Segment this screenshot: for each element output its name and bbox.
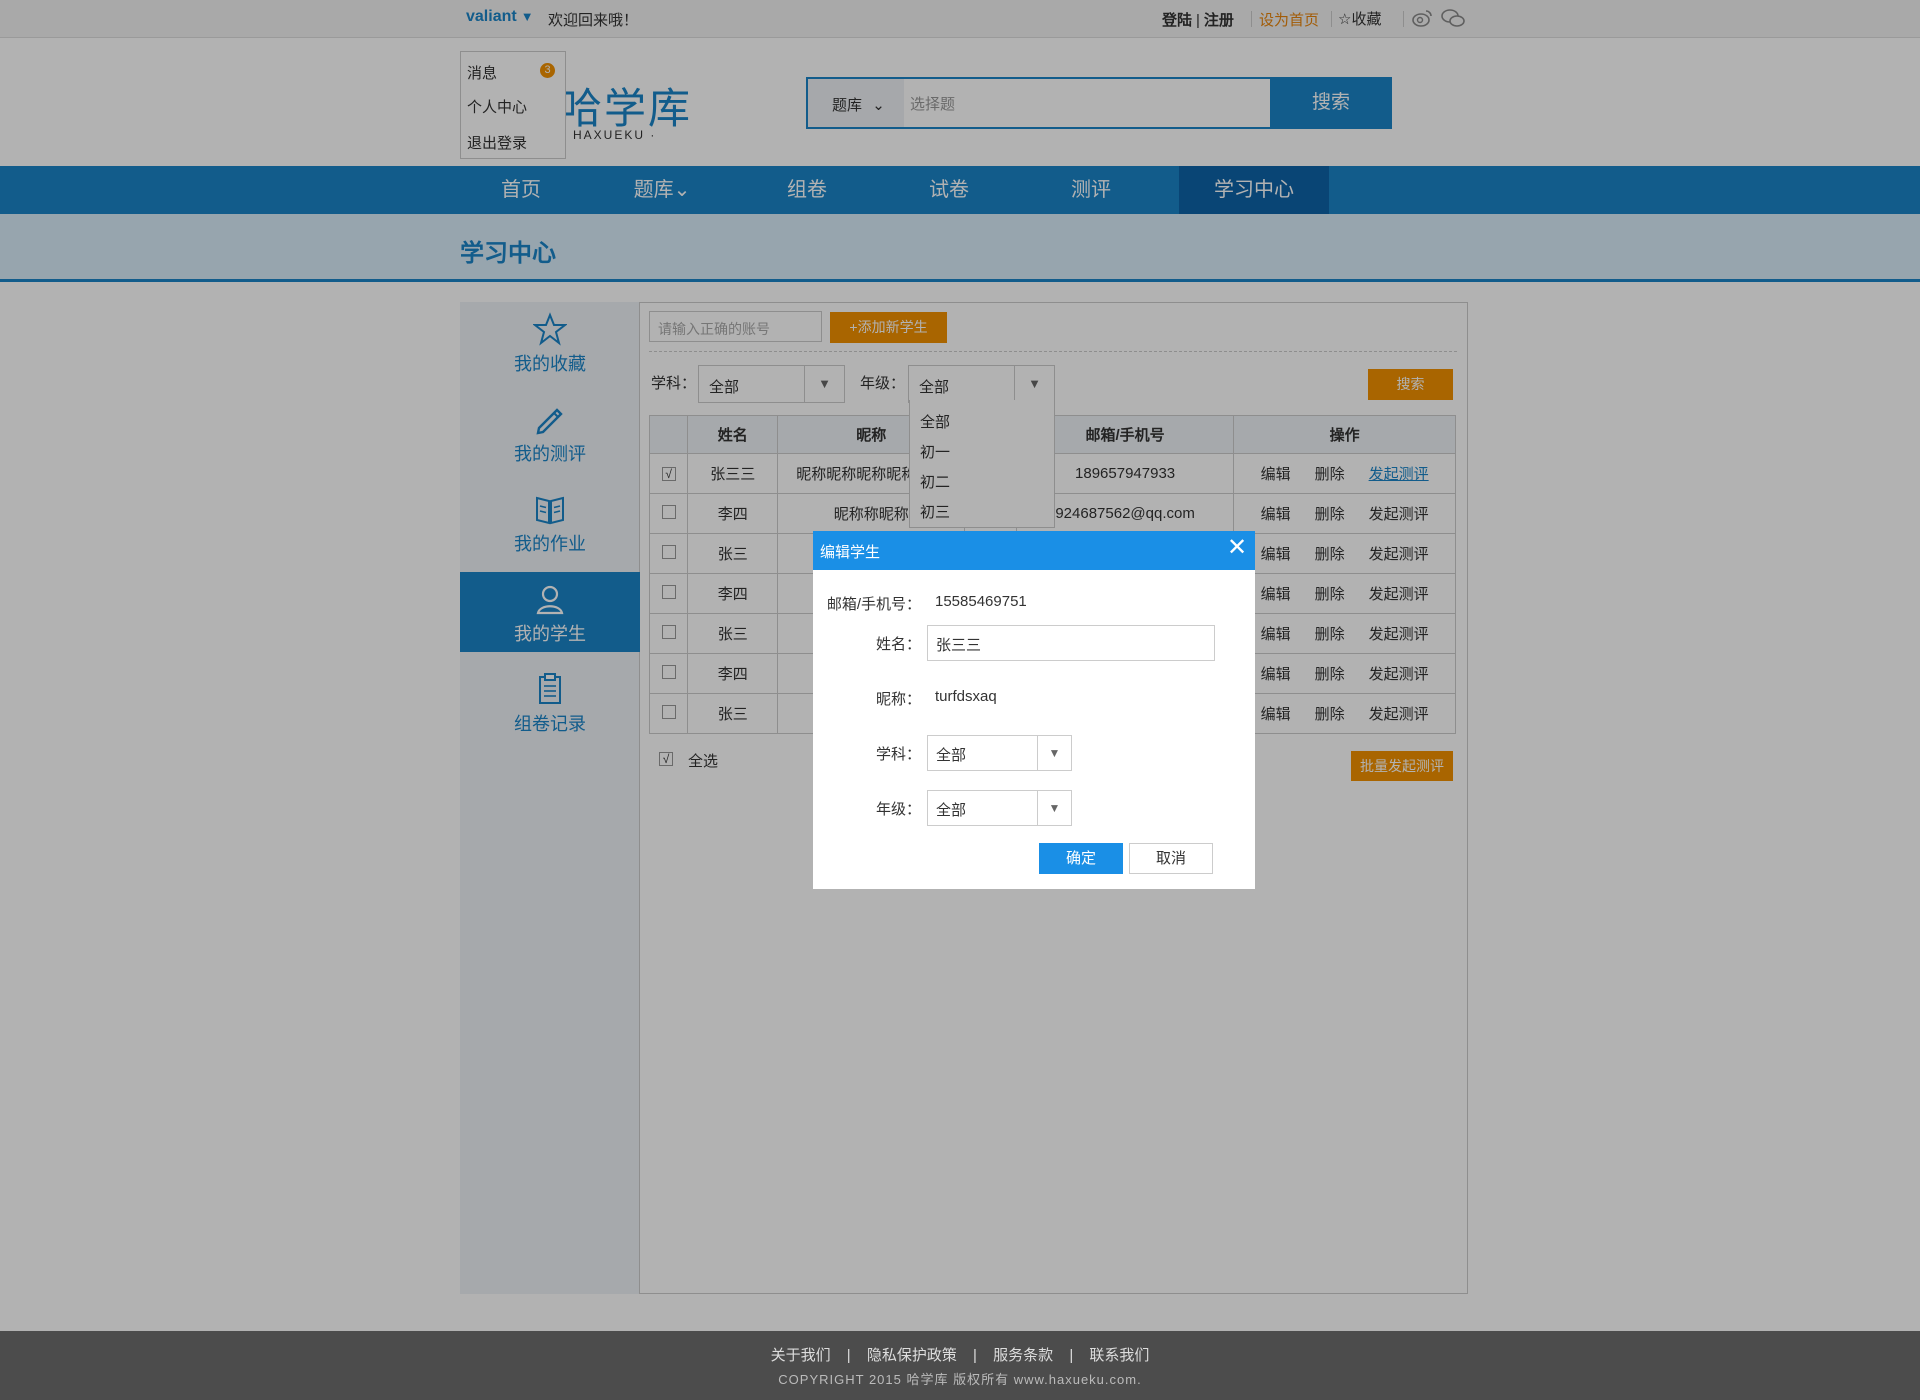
footer-links: 关于我们 | 隐私保护政策 | 服务条款 | 联系我们 (0, 1344, 1920, 1365)
edit-student-dialog: 编辑学生 ✕ 邮箱/手机号： 15585469751 姓名： 张三三 昵称： t… (813, 531, 1255, 889)
modal-grade-select[interactable]: 全部 ▼ (927, 790, 1072, 826)
footer-link-about[interactable]: 关于我们 (771, 1347, 831, 1364)
dialog-title: 编辑学生 (813, 531, 1255, 570)
name-field[interactable]: 张三三 (927, 625, 1215, 661)
footer (0, 1331, 1920, 1400)
footer-separator: | (1069, 1347, 1074, 1364)
cancel-button[interactable]: 取消 (1129, 843, 1213, 874)
subject-value: 全部 (936, 747, 967, 764)
nickname-value: turfdsxaq (935, 688, 997, 705)
nickname-label: 昵称： (875, 691, 921, 708)
footer-link-terms[interactable]: 服务条款 (993, 1347, 1053, 1364)
subject-label: 学科： (875, 746, 921, 763)
close-icon[interactable]: ✕ (1226, 536, 1248, 560)
grade-label: 年级： (875, 801, 921, 818)
copyright: COPYRIGHT 2015 哈学库 版权所有 www.haxueku.com. (778, 1372, 1142, 1387)
dropdown-arrow-icon: ▼ (1037, 736, 1071, 770)
footer-link-contact[interactable]: 联系我们 (1089, 1347, 1149, 1364)
footer-separator: | (846, 1347, 851, 1364)
dropdown-arrow-icon: ▼ (1037, 791, 1071, 825)
confirm-button[interactable]: 确定 (1039, 843, 1123, 874)
footer-separator: | (973, 1347, 977, 1364)
modal-subject-select[interactable]: 全部 ▼ (927, 735, 1072, 771)
name-label: 姓名： (875, 636, 921, 653)
footer-link-privacy[interactable]: 隐私保护政策 (867, 1347, 957, 1364)
contact-value: 15585469751 (935, 593, 1027, 610)
grade-value: 全部 (936, 802, 967, 819)
contact-label: 邮箱/手机号： (826, 596, 921, 613)
